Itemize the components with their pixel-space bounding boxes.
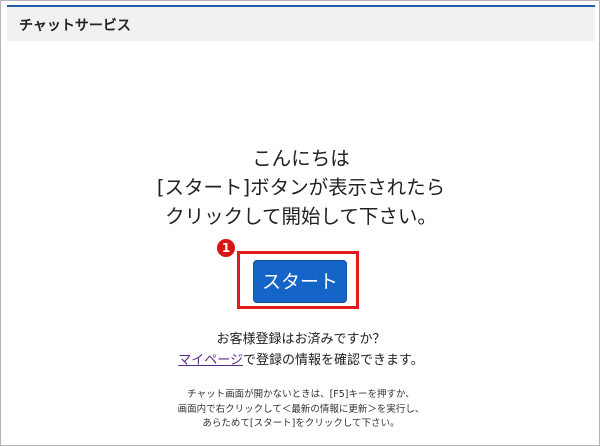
greeting-line-2: [スタート]ボタンが表示されたら [156, 176, 446, 199]
header-bar: チャットサービス [7, 5, 595, 41]
chat-window: チャットサービス こんにちは [スタート]ボタンが表示されたら クリックして開始… [0, 0, 600, 446]
help-note: チャット画面が開かないときは、[F5]キーを押すか、 画面内で右クリックして＜最… [1, 388, 600, 432]
member-link-line: マイページで登録の情報を確認できます。 [1, 350, 600, 371]
mypage-link[interactable]: マイページ [178, 353, 243, 368]
help-note-line-1: チャット画面が開かないときは、[F5]キーを押すか、 [187, 389, 415, 400]
greeting-line-3: クリックして開始して下さい。 [165, 205, 437, 228]
member-link-line-text: で登録の情報を確認できます。 [243, 353, 424, 368]
help-note-line-2: 画面内で右クリックして＜最新の情報に更新＞を実行し、 [177, 403, 425, 415]
start-button[interactable]: スタート [253, 260, 347, 303]
step-number-badge: 1 [217, 239, 235, 257]
greeting-line-1: こんにちは [252, 147, 350, 170]
member-info: お客様登録はお済みですか？ マイページで登録の情報を確認できます。 [1, 329, 600, 371]
help-note-line-3: あらためて[スタート]をクリックして下さい。 [202, 418, 400, 429]
member-question: お客様登録はお済みですか？ [216, 332, 386, 347]
greeting-message: こんにちは [スタート]ボタンが表示されたら クリックして開始して下さい。 [1, 144, 600, 231]
page-title: チャットサービス [19, 18, 131, 34]
